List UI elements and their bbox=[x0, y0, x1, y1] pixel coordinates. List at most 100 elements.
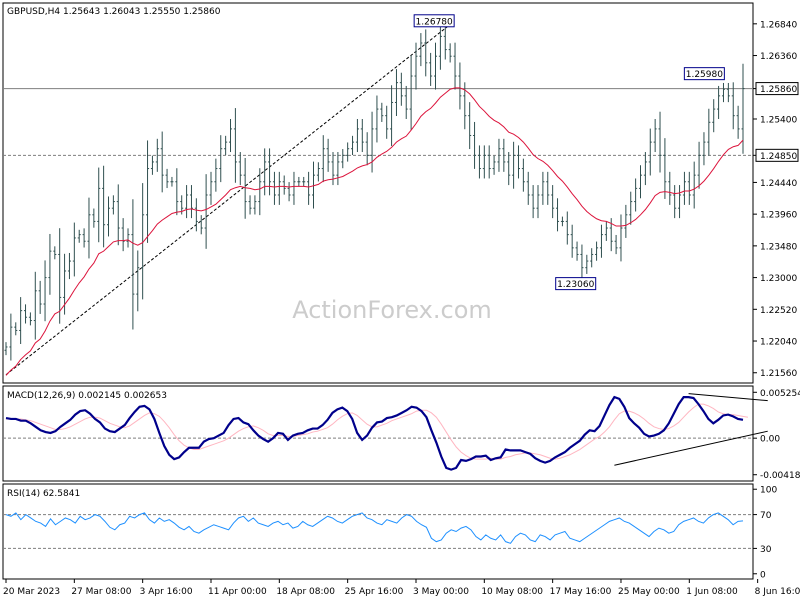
candle bbox=[663, 138, 667, 199]
candle bbox=[385, 105, 389, 139]
candle bbox=[526, 171, 530, 205]
candle bbox=[131, 199, 135, 330]
candle bbox=[702, 132, 706, 166]
candle bbox=[551, 185, 555, 219]
candle bbox=[189, 185, 193, 219]
candle bbox=[53, 246, 57, 260]
candle bbox=[194, 198, 198, 232]
rsi-tick-label: 0 bbox=[760, 570, 766, 580]
macd-tick-label: 0.005254 bbox=[760, 389, 800, 399]
price-tick-label: 1.23480 bbox=[760, 242, 797, 252]
candle bbox=[126, 228, 130, 248]
price-tick-label: 1.26840 bbox=[760, 20, 797, 30]
price-tick-label: 1.25400 bbox=[760, 115, 797, 125]
candle bbox=[726, 82, 730, 103]
candle bbox=[409, 55, 413, 130]
candle bbox=[473, 121, 477, 169]
time-tick-label: 18 Apr 08:00 bbox=[276, 587, 335, 597]
candle bbox=[199, 215, 203, 235]
candle bbox=[297, 176, 301, 187]
candle bbox=[316, 162, 320, 182]
time-tick-label: 17 May 16:00 bbox=[550, 587, 612, 597]
candle bbox=[341, 149, 345, 169]
candle bbox=[707, 108, 711, 156]
price-tick-label: 1.24440 bbox=[760, 179, 797, 189]
candle bbox=[292, 171, 296, 205]
macd-panel-title: MACD(12,26,9) 0.002145 0.002653 bbox=[7, 391, 167, 401]
candle bbox=[219, 135, 223, 183]
moving-average bbox=[5, 87, 744, 376]
candle bbox=[658, 111, 662, 173]
annotation-2: 1.25980 bbox=[683, 67, 725, 81]
price-tick-label: 1.25860 bbox=[760, 85, 797, 95]
candle bbox=[92, 208, 96, 228]
rsi-polyline bbox=[5, 512, 744, 544]
price-panel-title: GBPUSD,H4 1.25643 1.26043 1.25550 1.2586… bbox=[7, 7, 221, 17]
time-tick-label: 27 Mar 08:00 bbox=[71, 587, 131, 597]
candle bbox=[346, 142, 350, 162]
candle bbox=[243, 157, 247, 219]
candle bbox=[560, 216, 564, 227]
chart-svg: ActionForex.com GBPUSD,H4 1.25643 1.2604… bbox=[2, 2, 800, 597]
candle bbox=[394, 69, 398, 117]
candle bbox=[692, 161, 696, 209]
candle bbox=[458, 62, 462, 110]
rsi-tick-label: 70 bbox=[760, 511, 772, 521]
candle bbox=[570, 224, 574, 258]
candle bbox=[482, 145, 486, 179]
candle bbox=[731, 82, 735, 130]
candle bbox=[233, 108, 237, 183]
candle bbox=[33, 271, 37, 340]
price-annotations: 1.26780 1.23060 1.25980 bbox=[413, 14, 725, 291]
candle bbox=[87, 197, 91, 259]
rsi-tick-label: 100 bbox=[760, 486, 777, 496]
macd-lines bbox=[5, 395, 749, 471]
candle bbox=[175, 168, 179, 216]
watermark: ActionForex.com bbox=[292, 296, 492, 324]
price-tick-label: 1.24850 bbox=[760, 152, 797, 162]
time-tick-label: 11 Apr 00:00 bbox=[208, 587, 267, 597]
price-tick-label: 1.26360 bbox=[760, 52, 797, 62]
candle bbox=[19, 297, 23, 345]
candle bbox=[204, 174, 208, 249]
time-axis: 20 Mar 2023 27 Mar 08:00 3 Apr 16:00 11 Apr… bbox=[3, 579, 800, 597]
candle bbox=[48, 233, 52, 295]
candle bbox=[72, 222, 76, 277]
candle bbox=[404, 85, 408, 119]
time-tick-label: 25 Apr 16:00 bbox=[345, 587, 404, 597]
candle bbox=[97, 167, 101, 243]
time-tick-label: 8 Jun 16:00 bbox=[755, 587, 800, 597]
candle bbox=[111, 195, 115, 215]
candle bbox=[399, 72, 403, 106]
candle bbox=[272, 171, 276, 205]
svg-text:1.25980: 1.25980 bbox=[686, 70, 723, 80]
candle bbox=[390, 85, 394, 147]
candle bbox=[351, 135, 355, 156]
rsi-panel-title: RSI(14) 62.5841 bbox=[7, 489, 80, 499]
candle bbox=[165, 168, 169, 189]
candle bbox=[521, 158, 525, 192]
candle bbox=[697, 141, 701, 189]
candle bbox=[365, 132, 369, 166]
candle bbox=[541, 171, 545, 205]
candle bbox=[438, 22, 442, 70]
candle bbox=[546, 171, 550, 205]
ma-line bbox=[5, 87, 744, 376]
candle bbox=[736, 105, 740, 139]
price-level-lines bbox=[3, 88, 753, 156]
candle bbox=[590, 248, 594, 268]
candle bbox=[492, 155, 496, 175]
candle bbox=[28, 312, 32, 326]
candle bbox=[160, 131, 164, 193]
candle bbox=[214, 158, 218, 192]
time-tick-label: 10 May 08:00 bbox=[481, 587, 543, 597]
candle bbox=[531, 185, 535, 219]
time-tick-label: 20 Mar 2023 bbox=[3, 587, 60, 597]
candle bbox=[116, 184, 120, 246]
time-tick-label: 3 May 00:00 bbox=[413, 587, 469, 597]
rsi-line bbox=[5, 512, 744, 544]
price-tick-label: 1.22040 bbox=[760, 338, 797, 348]
candle bbox=[414, 42, 418, 90]
candle bbox=[253, 195, 257, 215]
time-tick-label: 25 May 00:00 bbox=[618, 587, 680, 597]
